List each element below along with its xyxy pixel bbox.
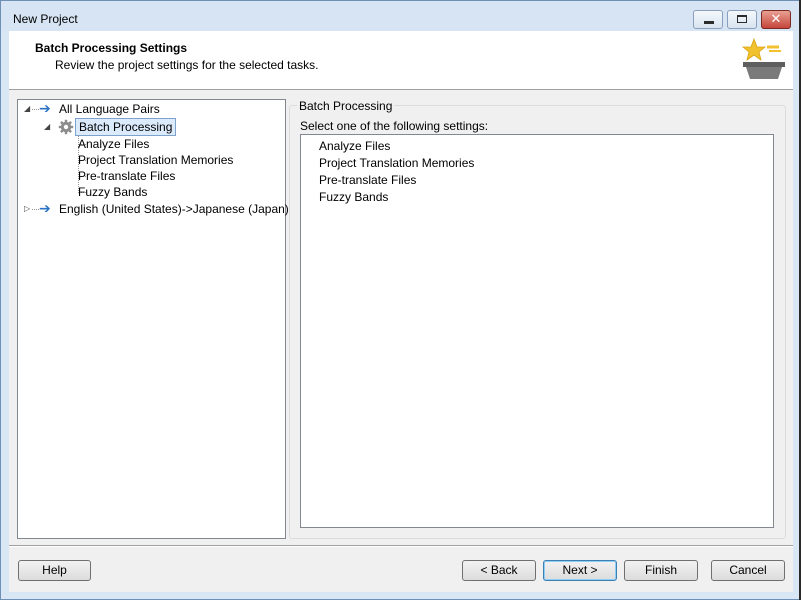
list-item-analyze-files[interactable]: Analyze Files [319, 139, 390, 153]
instruction-text: Select one of the following settings: [300, 119, 489, 133]
tree-item-all-language-pairs[interactable]: ◢ ➔ All Language Pairs [18, 101, 278, 117]
tree-label-language-pair: English (United States)->Japanese (Japan… [59, 202, 289, 216]
list-item-project-translation-memories[interactable]: Project Translation Memories [319, 156, 474, 170]
cancel-button[interactable]: Cancel [711, 560, 785, 581]
tree-label-root: All Language Pairs [59, 102, 160, 116]
next-button[interactable]: Next > [543, 560, 617, 581]
list-item-fuzzy-bands[interactable]: Fuzzy Bands [319, 190, 388, 204]
tree-label: Pre-translate Files [78, 169, 176, 183]
list-item-pre-translate-files[interactable]: Pre-translate Files [319, 173, 416, 187]
dialog-body: Batch Processing Settings Review the pro… [9, 31, 793, 592]
tree-item-language-pair[interactable]: ▷ ➔ English (United States)->Japanese (J… [18, 201, 289, 217]
minimize-button[interactable] [693, 10, 723, 29]
page-subtitle: Review the project settings for the sele… [55, 58, 319, 72]
page-title: Batch Processing Settings [35, 41, 188, 55]
close-icon: ✕ [770, 12, 782, 27]
wizard-header: Batch Processing Settings Review the pro… [9, 31, 793, 90]
close-button[interactable]: ✕ [761, 10, 791, 29]
tree-label: Analyze Files [78, 137, 150, 151]
title-bar[interactable]: New Project ✕ [1, 1, 800, 31]
arrow-right-icon: ➔ [39, 101, 51, 117]
settings-tree[interactable]: ◢ ➔ All Language Pairs ◢ Batch Processin… [17, 99, 289, 539]
gear-icon [58, 119, 74, 135]
new-project-window: New Project ✕ Batch Processing Settings … [0, 0, 801, 600]
expand-icon[interactable]: ▷ [24, 201, 30, 217]
tree-label: Fuzzy Bands [78, 185, 148, 199]
tree-connector [32, 209, 39, 210]
finish-button[interactable]: Finish [624, 560, 698, 581]
collapse-icon[interactable]: ◢ [24, 101, 30, 117]
tree-item-batch-processing[interactable]: ◢ Batch Processing [18, 118, 278, 136]
maximize-button[interactable] [727, 10, 757, 29]
arrow-right-icon: ➔ [39, 201, 51, 217]
help-button[interactable]: Help [18, 560, 91, 581]
tree-label: Project Translation Memories [78, 153, 234, 167]
group-title: Batch Processing [297, 99, 395, 113]
footer-divider [9, 545, 793, 547]
collapse-icon[interactable]: ◢ [44, 119, 50, 135]
back-button[interactable]: < Back [462, 560, 536, 581]
wizard-star-basket-icon [741, 37, 785, 79]
minimize-icon [704, 21, 714, 24]
maximize-icon [737, 15, 747, 23]
settings-list[interactable]: Analyze Files Project Translation Memori… [300, 134, 774, 528]
tree-label-selected: Batch Processing [75, 118, 177, 136]
window-title: New Project [13, 12, 78, 26]
tree-connector [32, 109, 39, 110]
